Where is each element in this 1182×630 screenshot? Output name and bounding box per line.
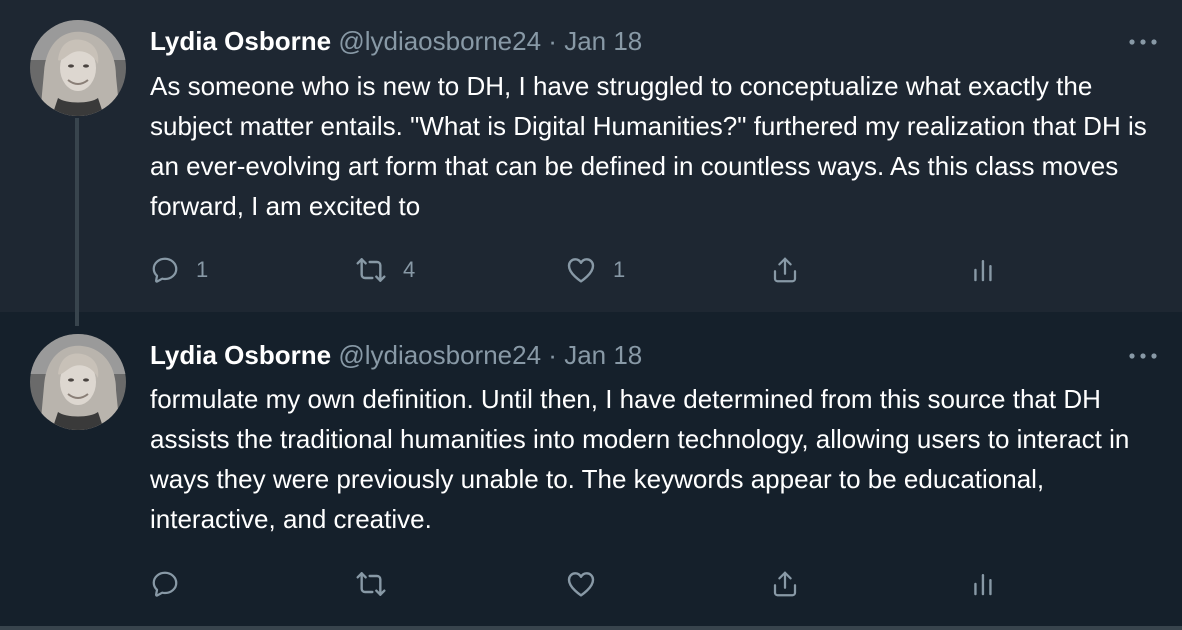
tweet[interactable]: Lydia Osborne @lydiaosborne24 · Jan 18 A… [0, 0, 1182, 312]
heart-icon [565, 568, 597, 600]
tweet-header: Lydia Osborne @lydiaosborne24 · Jan 18 [150, 340, 642, 370]
user-handle[interactable]: @lydiaosborne24 [338, 340, 541, 370]
share-button[interactable] [770, 250, 800, 290]
retweet-icon [355, 254, 387, 286]
analytics-icon [968, 569, 998, 599]
tweet-date[interactable]: Jan 18 [564, 340, 642, 370]
analytics-button[interactable] [968, 564, 998, 604]
retweet-button[interactable]: 4 [355, 250, 415, 290]
divider [0, 626, 1182, 630]
display-name[interactable]: Lydia Osborne [150, 340, 331, 370]
reply-button[interactable]: 1 [150, 250, 208, 290]
user-handle[interactable]: @lydiaosborne24 [338, 26, 541, 56]
more-options-icon[interactable] [1126, 32, 1160, 52]
reply-button[interactable] [150, 564, 196, 604]
tweet-text: As someone who is new to DH, I have stru… [150, 71, 1147, 221]
reply-count: 1 [196, 257, 209, 282]
tweet-date[interactable]: Jan 18 [564, 26, 642, 56]
retweet-button[interactable] [355, 564, 403, 604]
reply-icon [150, 569, 180, 599]
retweet-icon [355, 568, 387, 600]
more-options-icon[interactable] [1126, 346, 1160, 366]
tweet-actions [150, 564, 1050, 604]
share-icon [770, 569, 800, 599]
separator-dot: · [548, 26, 557, 56]
share-icon [770, 255, 800, 285]
retweet-count: 4 [403, 257, 416, 282]
tweet-thread: Lydia Osborne @lydiaosborne24 · Jan 18 A… [0, 0, 1182, 630]
share-button[interactable] [770, 564, 800, 604]
tweet-text: formulate my own definition. Until then,… [150, 384, 1130, 534]
analytics-icon [968, 255, 998, 285]
tweet-header: Lydia Osborne @lydiaosborne24 · Jan 18 [150, 26, 642, 56]
tweet-actions: 1 4 1 [150, 250, 1050, 290]
thread-connector-line [75, 118, 79, 326]
reply-icon [150, 255, 180, 285]
heart-icon [565, 254, 597, 286]
like-button[interactable]: 1 [565, 250, 625, 290]
display-name[interactable]: Lydia Osborne [150, 26, 331, 56]
avatar[interactable] [30, 20, 126, 116]
analytics-button[interactable] [968, 250, 998, 290]
tweet[interactable]: Lydia Osborne @lydiaosborne24 · Jan 18 f… [0, 312, 1182, 626]
separator-dot: · [548, 340, 557, 370]
avatar[interactable] [30, 334, 126, 430]
like-count: 1 [613, 257, 626, 282]
like-button[interactable] [565, 564, 613, 604]
